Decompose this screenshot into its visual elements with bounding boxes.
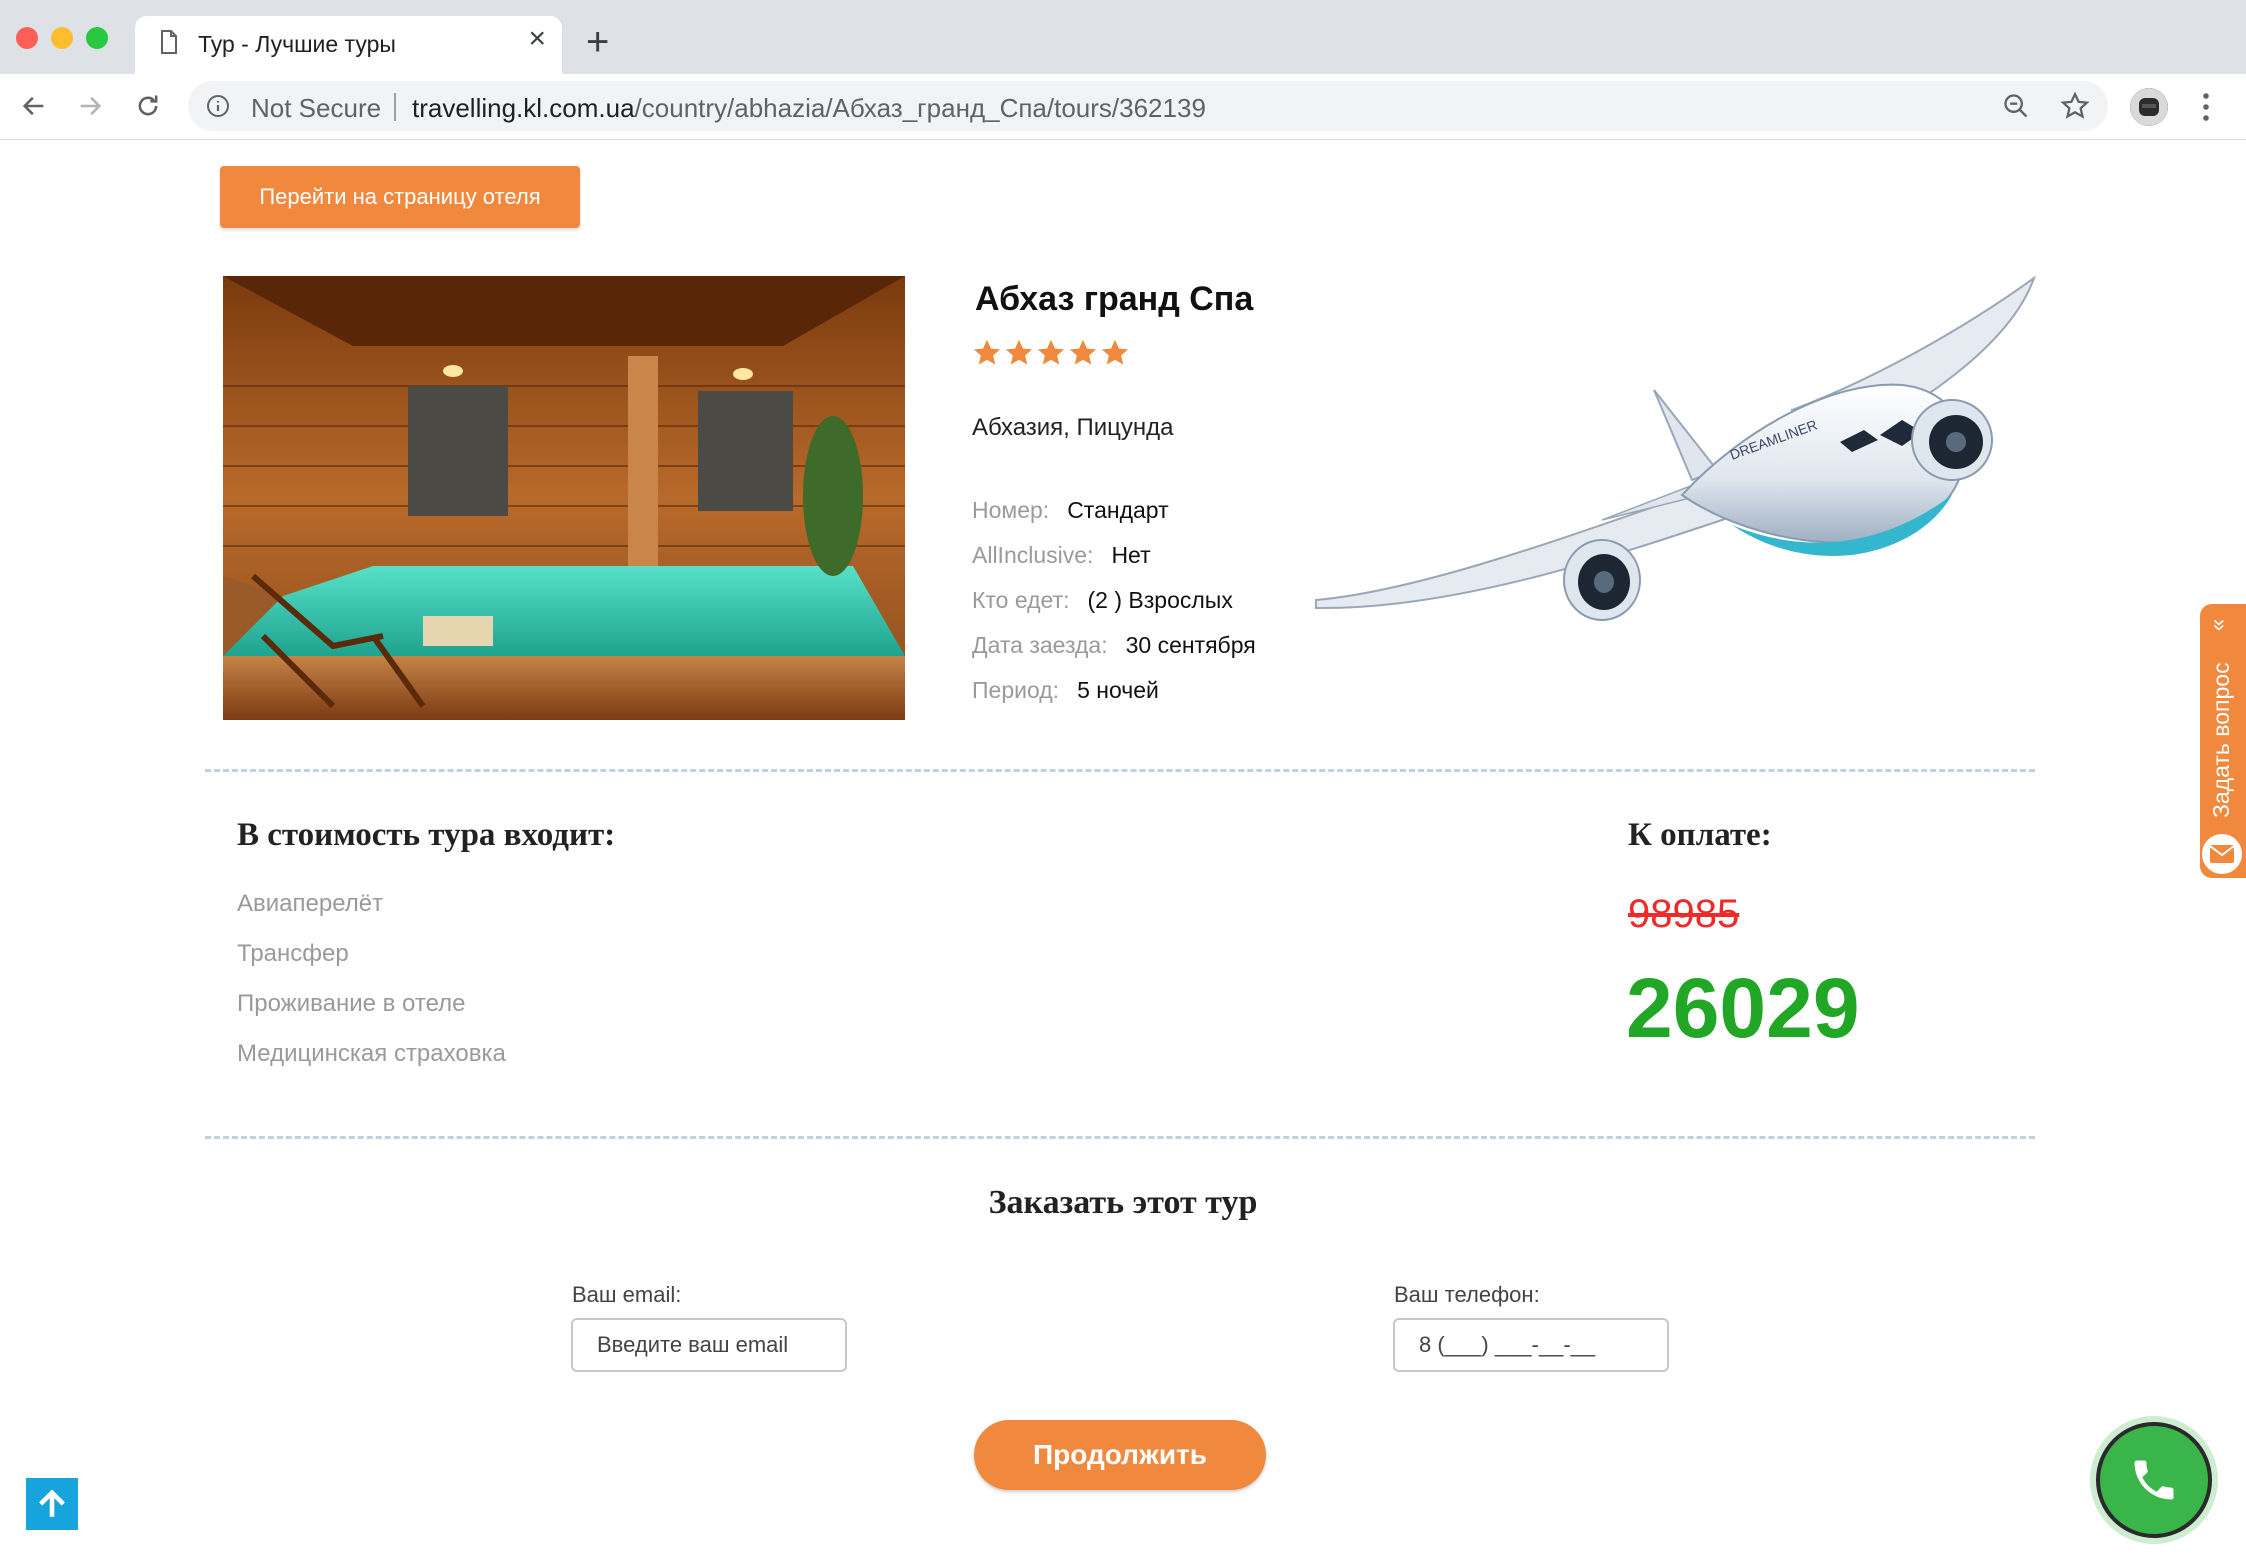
reload-button[interactable] <box>126 84 170 128</box>
window-close-button[interactable] <box>16 27 38 49</box>
address-bar[interactable]: Not Secure travelling.kl.com.ua/country/… <box>188 81 2108 131</box>
reload-icon <box>138 95 158 116</box>
email-field[interactable] <box>571 1318 847 1372</box>
star-rating-icon <box>1069 339 1097 365</box>
back-icon <box>22 96 44 116</box>
back-button[interactable] <box>12 84 56 128</box>
star-rating-icon <box>973 339 1001 365</box>
param-checkin-date: Дата заезда: 30 сентября <box>972 632 1256 658</box>
omnibox-separator <box>394 93 396 121</box>
section-divider <box>205 1136 2035 1139</box>
info-icon[interactable] <box>206 94 230 118</box>
call-button[interactable] <box>2096 1422 2212 1538</box>
chevron-double-icon: » <box>2208 618 2234 632</box>
scroll-top-button[interactable] <box>26 1478 78 1530</box>
browser-tab[interactable]: Тур - Лучшие туры × <box>135 16 562 74</box>
star-rating-icon <box>1101 339 1129 365</box>
window-maximize-button[interactable] <box>86 27 108 49</box>
window-minimize-button[interactable] <box>51 27 73 49</box>
hotel-name: Абхаз гранд Спа <box>975 280 1254 318</box>
star-icon[interactable] <box>2060 91 2090 121</box>
hotel-page-button[interactable]: Перейти на страницу отеля <box>220 166 580 228</box>
payment-title: К оплате: <box>1628 817 1772 853</box>
airplane-illustration: DREAMLINER <box>1315 275 2037 621</box>
mail-button[interactable] <box>2200 832 2244 876</box>
url-text[interactable]: travelling.kl.com.ua/country/abhazia/Абх… <box>412 93 1206 124</box>
continue-button[interactable]: Продолжить <box>974 1420 1266 1490</box>
param-period: Период: 5 ночей <box>972 677 1159 703</box>
star-rating-icon <box>1037 339 1065 365</box>
tab-title: Тур - Лучшие туры <box>198 31 396 57</box>
browser-tab-bar: Тур - Лучшие туры × + <box>0 0 2246 74</box>
url-path: /country/abhazia/Абхаз_гранд_Спа/tours/3… <box>634 93 1206 123</box>
param-allinclusive: AllInclusive: Нет <box>972 542 1151 568</box>
plus-icon[interactable]: + <box>586 22 609 62</box>
mail-icon <box>2209 845 2235 863</box>
ask-question-label: Задать вопрос <box>2208 662 2234 818</box>
phone-label: Ваш телефон: <box>1394 1282 1540 1307</box>
new-price: 26029 <box>1626 961 1860 1055</box>
included-item: Авиаперелёт <box>237 890 384 917</box>
phone-field[interactable] <box>1393 1318 1669 1372</box>
order-title: Заказать этот тур <box>988 1184 1258 1221</box>
forward-button[interactable] <box>68 84 112 128</box>
zoom-icon[interactable] <box>2002 92 2030 120</box>
url-host: travelling.kl.com.ua <box>412 93 635 123</box>
star-rating-icon <box>1005 339 1033 365</box>
hotel-location: Абхазия, Пицунда <box>972 414 1174 441</box>
email-label: Ваш email: <box>572 1282 682 1307</box>
security-label[interactable]: Not Secure <box>251 93 381 124</box>
param-travelers: Кто едет: (2 ) Взрослых <box>972 587 1233 613</box>
included-title: В стоимость тура входит: <box>237 817 616 853</box>
old-price: 98985 <box>1628 892 1740 936</box>
hotel-photo <box>223 276 905 720</box>
included-item: Проживание в отеле <box>237 990 466 1017</box>
profile-avatar[interactable] <box>2130 88 2168 126</box>
param-room: Номер: Стандарт <box>972 497 1169 523</box>
included-item: Трансфер <box>237 940 349 967</box>
kebab-icon[interactable] <box>2196 88 2216 126</box>
page-icon <box>161 30 177 54</box>
hotel-stars <box>972 338 1130 368</box>
arrow-up-icon <box>39 1489 65 1517</box>
close-icon[interactable]: × <box>528 24 546 54</box>
section-divider <box>205 769 2035 772</box>
included-item: Медицинская страховка <box>237 1040 506 1067</box>
phone-icon <box>2134 1460 2174 1500</box>
forward-icon <box>80 96 102 116</box>
browser-toolbar: Not Secure travelling.kl.com.ua/country/… <box>0 74 2246 140</box>
